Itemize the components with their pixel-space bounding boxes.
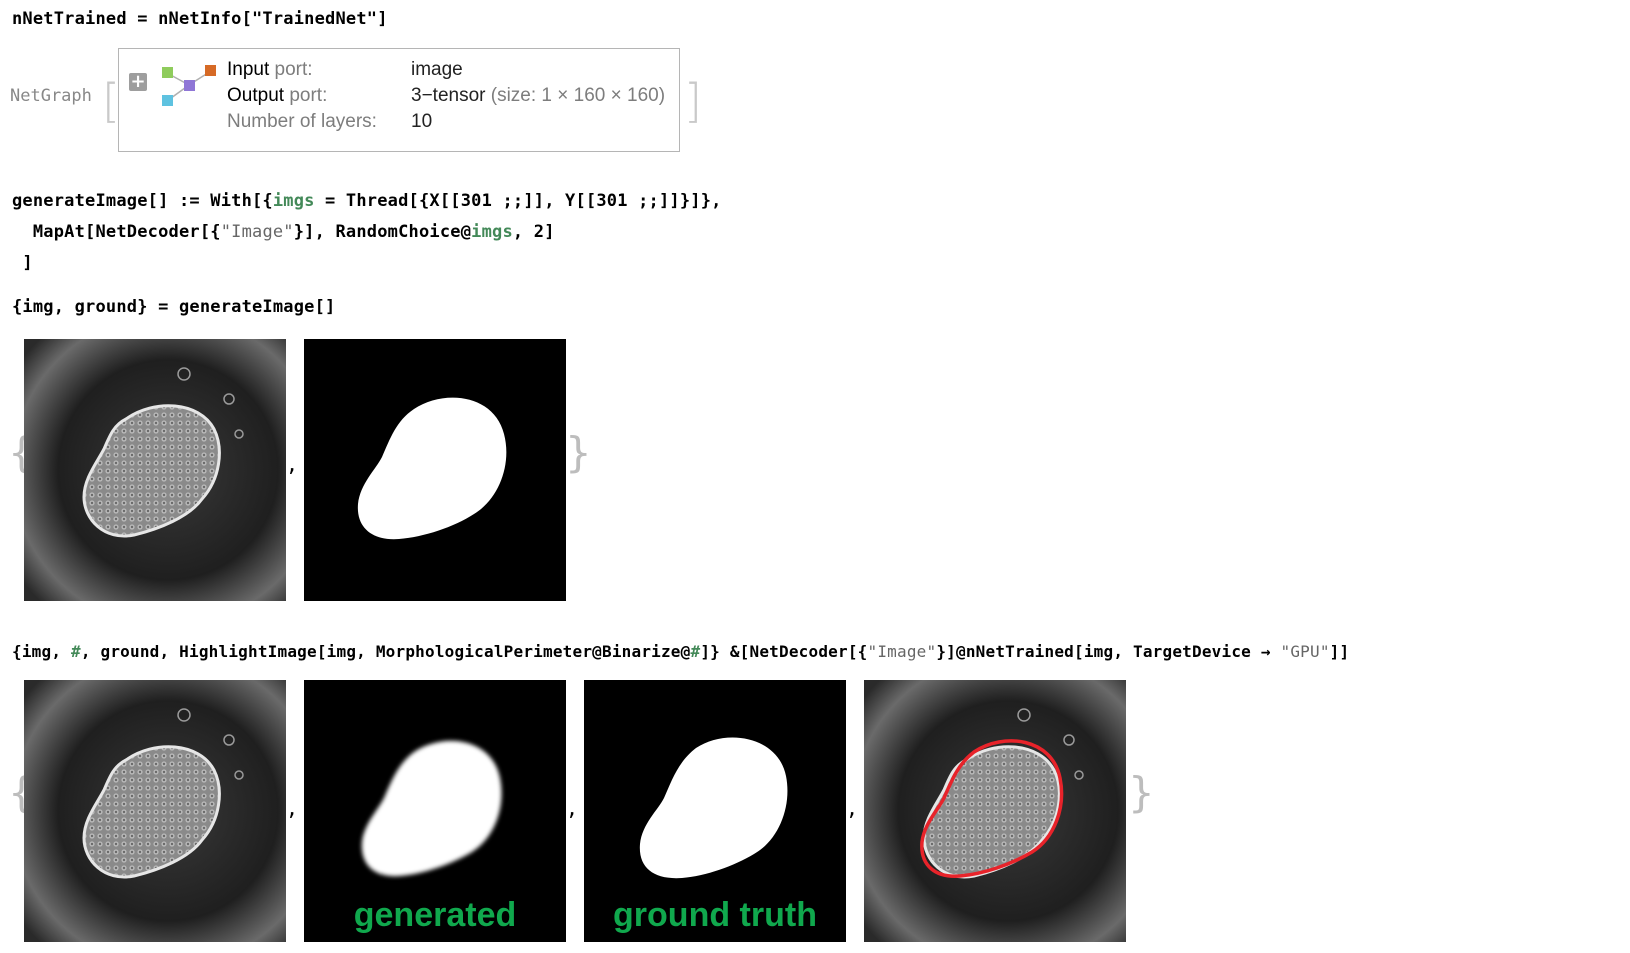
cell4-c: , ground, HighlightImage[img, Morphologi…	[80, 642, 691, 661]
cell2-line2[interactable]: MapAt[NetDecoder[{"Image"}], RandomChoic…	[12, 221, 555, 243]
output2-close-brace: }	[1128, 768, 1155, 817]
input-port-key-light: port:	[269, 59, 313, 80]
output-port-key-light: port:	[284, 85, 328, 106]
layers-key: Number of layers:	[227, 111, 377, 133]
output-port-value: 3−tensor (size: 1 × 160 × 160)	[411, 85, 665, 107]
layers-value-text: 10	[411, 111, 433, 132]
ground-truth-caption: ground truth	[613, 896, 817, 934]
output2-comma-3: ,	[846, 796, 859, 820]
cell4-i: ]]	[1329, 642, 1350, 661]
net-graph-icon	[162, 65, 216, 106]
close-bracket: ]	[684, 74, 702, 128]
cell2-line2a: MapAt[NetDecoder[{	[12, 222, 221, 242]
cell2-line2e: , 2]	[512, 222, 555, 242]
output-port-value-text: 3−tensor	[411, 85, 486, 106]
cell2-line2-symbol: imgs	[471, 222, 513, 242]
cell4-input[interactable]: {img, #, ground, HighlightImage[img, Mor…	[12, 641, 1349, 663]
cell2-line2c: }], RandomChoice@	[293, 222, 472, 242]
input-port-value: image	[411, 59, 463, 81]
cell4-slot-1: #	[71, 642, 81, 661]
cell2-line2-string: "Image"	[220, 222, 294, 242]
highlighted-image	[864, 680, 1126, 942]
input-port-key: Input port:	[227, 59, 313, 81]
cell4-string-image: "Image"	[867, 642, 937, 661]
output1-close-brace: }	[565, 428, 592, 477]
microscopy-image-2	[24, 680, 286, 942]
cell2-line1[interactable]: generateImage[] := With[{imgs = Thread[{…	[12, 190, 722, 212]
cell4-a: {img,	[12, 642, 71, 661]
cell1-input[interactable]: nNetTrained = nNetInfo["TrainedNet"]	[12, 8, 388, 30]
output1-comma: ,	[286, 452, 299, 476]
generated-caption: generated	[353, 896, 517, 934]
cell4-g: }]@nNetTrained[img, TargetDevice →	[936, 642, 1281, 661]
cell2-line3[interactable]: ]	[12, 252, 33, 274]
input-port-key-strong: Input	[227, 59, 270, 80]
output-port-key-strong: Output	[227, 85, 285, 106]
output2-comma-1: ,	[286, 796, 299, 820]
output-port-key: Output port:	[227, 85, 327, 107]
ground-mask-image	[304, 339, 566, 601]
cell4-slot-2: #	[690, 642, 701, 661]
cell3-input[interactable]: {img, ground} = generateImage[]	[12, 296, 335, 318]
netgraph-summary-panel: + Input port: image Output port: 3−tenso…	[118, 48, 680, 152]
cell2-line1c: = Thread[{X[[301 ;;]], Y[[301 ;;]]}]},	[314, 191, 722, 211]
cell4-string-gpu: "GPU"	[1280, 642, 1330, 661]
output2-comma-2: ,	[566, 796, 579, 820]
layers-key-light: Number of layers:	[227, 111, 377, 132]
microscopy-image	[24, 339, 286, 601]
expand-icon[interactable]: +	[129, 73, 147, 91]
cell4-e: ]} &[NetDecoder[{	[700, 642, 868, 661]
cell2-line1-symbol: imgs	[272, 191, 315, 211]
layers-value: 10	[411, 111, 432, 133]
netgraph-head: NetGraph	[10, 86, 92, 106]
cell2-line1a: generateImage[] := With[{	[12, 191, 273, 211]
input-port-value-text: image	[411, 59, 463, 80]
output-port-value-extra: (size: 1 × 160 × 160)	[485, 85, 666, 106]
